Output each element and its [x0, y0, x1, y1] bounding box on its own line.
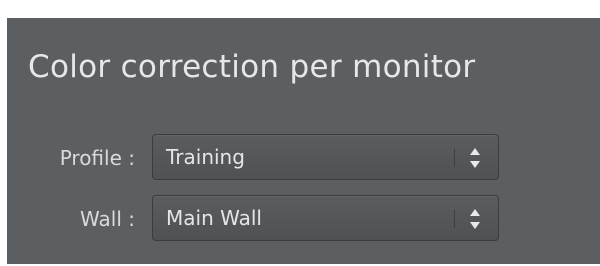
color-correction-panel: Color correction per monitor Profile : T… [7, 18, 600, 264]
wall-select-value: Main Wall [166, 206, 262, 230]
wall-select[interactable]: Main Wall [152, 195, 499, 241]
updown-arrows-icon [470, 148, 480, 168]
profile-label: Profile : [59, 146, 135, 170]
updown-arrows-icon [470, 209, 480, 229]
wall-label: Wall : [80, 207, 135, 231]
select-divider [454, 210, 455, 228]
profile-select-value: Training [166, 145, 245, 169]
profile-select[interactable]: Training [152, 134, 499, 180]
panel-title: Color correction per monitor [28, 49, 476, 85]
select-divider [454, 149, 455, 167]
